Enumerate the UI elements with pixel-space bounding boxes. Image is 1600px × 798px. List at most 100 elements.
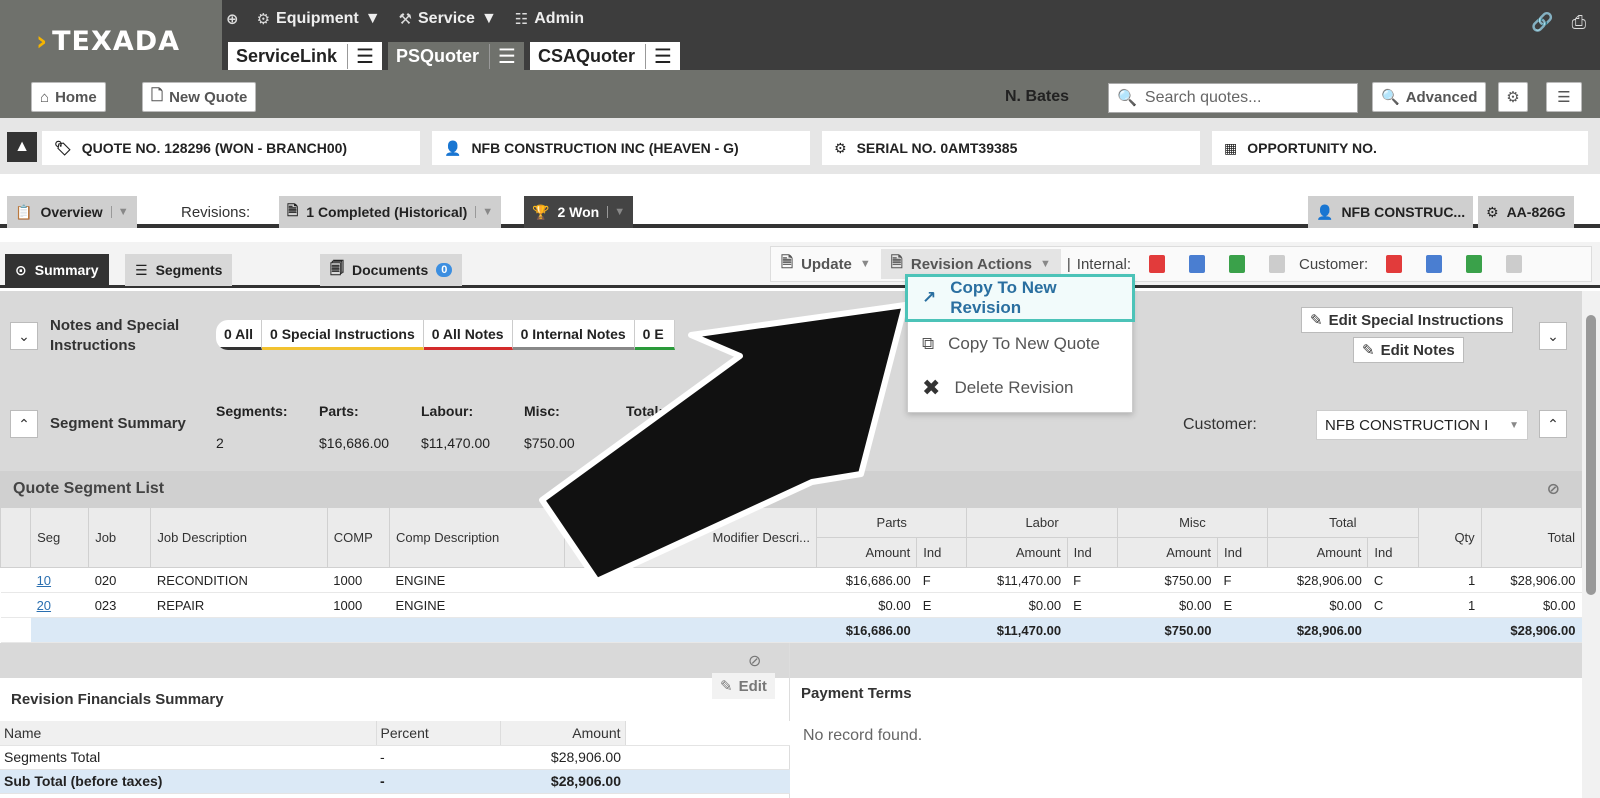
pdf-icon[interactable] xyxy=(1149,255,1165,273)
word-icon[interactable] xyxy=(1426,255,1443,273)
equipment-tab[interactable]: ⚙ AA-826G xyxy=(1478,196,1574,228)
new-quote-button[interactable]: 🗋 New Quote xyxy=(142,82,257,112)
col-amount[interactable]: Amount xyxy=(500,721,626,746)
segment-summary-toggle-button[interactable]: ⌃ xyxy=(10,410,38,438)
col-labor-ind[interactable]: Ind xyxy=(1066,537,1118,568)
caret-down-icon[interactable]: ▼ xyxy=(607,206,625,218)
menu-button[interactable]: ☰ xyxy=(1546,82,1582,112)
notes-toggle-button[interactable]: ⌄ xyxy=(10,322,38,350)
pdf-icon[interactable] xyxy=(1386,255,1403,273)
nav-equipment[interactable]: ⚙ Equipment ▼ xyxy=(257,10,381,28)
word-icon[interactable] xyxy=(1189,255,1205,273)
col-misc-amount[interactable]: Amount xyxy=(1116,537,1219,568)
hamburger-icon[interactable]: ☰ xyxy=(644,43,672,69)
menu-copy-to-new-quote[interactable]: ⧉ Copy To New Quote xyxy=(908,322,1132,366)
home-button[interactable]: ⌂ Home xyxy=(31,82,106,112)
edit-icon: ✎ xyxy=(720,678,733,695)
caret-down-icon[interactable]: ▼ xyxy=(475,206,493,218)
advanced-search-button[interactable]: 🔍 Advanced xyxy=(1372,82,1487,112)
row-select[interactable] xyxy=(0,567,31,593)
cell-total-amount: $0.00 xyxy=(1267,592,1368,618)
financials-edit-button[interactable]: ✎ Edit xyxy=(712,673,775,699)
hamburger-icon[interactable]: ☰ xyxy=(347,43,374,69)
pill-all-notes[interactable]: 0 All Notes xyxy=(423,320,513,350)
summary-icon: ⊙ xyxy=(15,261,27,278)
col-labor-amount[interactable]: Amount xyxy=(966,537,1068,568)
edit-notes-button[interactable]: ✎ Edit Notes xyxy=(1353,337,1464,363)
table-row[interactable]: 10 020 RECONDITION 1000 ENGINE $16,686.0… xyxy=(0,567,1582,593)
col-modifier-description[interactable]: Modifier Descri... xyxy=(564,507,818,568)
customer-box[interactable]: 👤 NFB CONSTRUCTION INC (HEAVEN - G) xyxy=(432,131,810,165)
collapse-header-button[interactable]: ▲ xyxy=(7,132,37,162)
col-misc-ind[interactable]: Ind xyxy=(1217,537,1269,568)
notes-expand-button[interactable]: ⌄ xyxy=(1539,322,1567,350)
print-icon[interactable]: ⎙ xyxy=(1572,12,1586,33)
top-right-icons: 🔗 ⎙ xyxy=(1531,12,1586,33)
customer-short-tab[interactable]: 👤 NFB CONSTRUC... xyxy=(1308,196,1474,228)
eye-slash-icon[interactable]: ⊘ xyxy=(1547,479,1560,499)
external-link-icon: ↗ xyxy=(922,288,937,307)
menu-copy-to-new-revision[interactable]: ↗ Copy To New Revision xyxy=(905,274,1135,322)
opportunity-box[interactable]: ▦ OPPORTUNITY NO. xyxy=(1212,131,1588,165)
financials-header-row: Name Percent Amount xyxy=(0,721,790,746)
segment-summary-expand-button[interactable]: ⌃ xyxy=(1539,410,1567,438)
pill-internal-notes[interactable]: 0 Internal Notes xyxy=(512,320,635,350)
revision-completed-tab[interactable]: 🗎 1 Completed (Historical) ▼ xyxy=(279,196,502,228)
tab-summary[interactable]: ⊙ Summary xyxy=(5,254,109,286)
col-parts-ind[interactable]: Ind xyxy=(916,537,968,568)
vertical-scrollbar[interactable] xyxy=(1582,291,1600,798)
settings-button[interactable]: ⚙ xyxy=(1498,82,1528,112)
col-percent[interactable]: Percent xyxy=(376,721,501,746)
row-select[interactable] xyxy=(0,592,31,618)
tab-servicelink[interactable]: ServiceLink ☰ xyxy=(228,42,382,70)
link-icon[interactable]: 🔗 xyxy=(1531,12,1553,33)
scrollbar-thumb[interactable] xyxy=(1586,315,1596,595)
overview-tab[interactable]: 📋 Overview ▼ xyxy=(7,196,137,228)
excel-icon[interactable] xyxy=(1229,255,1245,273)
customer-select[interactable]: NFB CONSTRUCTION I ▼ xyxy=(1316,410,1528,440)
tab-documents[interactable]: 🗐 Documents 0 xyxy=(320,254,463,286)
pill-all[interactable]: 0 All xyxy=(216,320,263,350)
col-qty[interactable]: Qty xyxy=(1417,507,1482,568)
hamburger-icon[interactable]: ☰ xyxy=(489,43,516,69)
col-total-ind[interactable]: Ind xyxy=(1367,537,1419,568)
col-comp-description[interactable]: Comp Description xyxy=(388,507,566,568)
col-job[interactable]: Job xyxy=(88,507,152,568)
segment-link[interactable]: 10 xyxy=(37,573,51,588)
chevron-up-icon: ▲ xyxy=(14,138,30,155)
search-input[interactable]: 🔍 Search quotes... xyxy=(1108,83,1358,113)
col-total-amount[interactable]: Amount xyxy=(1267,537,1369,568)
email-icon[interactable] xyxy=(1269,255,1285,273)
email-icon[interactable] xyxy=(1506,255,1523,273)
nav-up[interactable]: ⊕ xyxy=(226,10,239,28)
tab-psquoter[interactable]: PSQuoter ☰ xyxy=(388,42,524,70)
texada-logo[interactable]: › TEXADA xyxy=(36,26,180,57)
nav-admin[interactable]: ☷ Admin xyxy=(515,10,584,28)
col-name[interactable]: Name xyxy=(0,721,377,746)
revision-won-tab[interactable]: 🏆 2 Won ▼ xyxy=(524,196,634,228)
edit-special-instructions-button[interactable]: ✎ Edit Special Instructions xyxy=(1301,307,1513,333)
col-seg[interactable]: Seg xyxy=(30,507,90,568)
tab-csaquoter[interactable]: CSAQuoter ☰ xyxy=(529,42,680,70)
serial-box[interactable]: ⚙ SERIAL NO. 0AMT39385 xyxy=(822,131,1200,165)
quote-number-box[interactable]: 🏷 QUOTE NO. 128296 (WON - BRANCH00) xyxy=(42,131,420,165)
nav-service[interactable]: ⚒ Service ▼ xyxy=(399,10,497,28)
menu-delete-revision[interactable]: ✖ Delete Revision xyxy=(908,366,1132,410)
up-circle-icon[interactable]: ⊕ xyxy=(226,10,239,28)
segment-link[interactable]: 20 xyxy=(37,598,51,613)
col-parts-amount[interactable]: Amount xyxy=(816,537,918,568)
update-button[interactable]: 🗎 Update ▼ xyxy=(771,252,881,277)
table-row[interactable]: 20 023 REPAIR 1000 ENGINE $0.00 E $0.00 … xyxy=(0,592,1582,618)
excel-icon[interactable] xyxy=(1466,255,1483,273)
tab-segments[interactable]: ☰ Segments xyxy=(125,254,233,286)
pill-external-notes[interactable]: 0 E xyxy=(634,320,675,350)
eye-slash-icon[interactable]: ⊘ xyxy=(748,651,761,671)
equipment-label: AA-826G xyxy=(1506,204,1566,220)
caret-down-icon[interactable]: ▼ xyxy=(110,206,129,218)
pill-special-instructions[interactable]: 0 Special Instructions xyxy=(262,320,424,350)
col-comp[interactable]: COMP xyxy=(326,507,390,568)
tab-label: ServiceLink xyxy=(236,45,338,66)
col-total[interactable]: Total xyxy=(1480,507,1583,568)
col-job-description[interactable]: Job Description xyxy=(150,507,328,568)
misc-label: Misc: xyxy=(524,403,560,419)
